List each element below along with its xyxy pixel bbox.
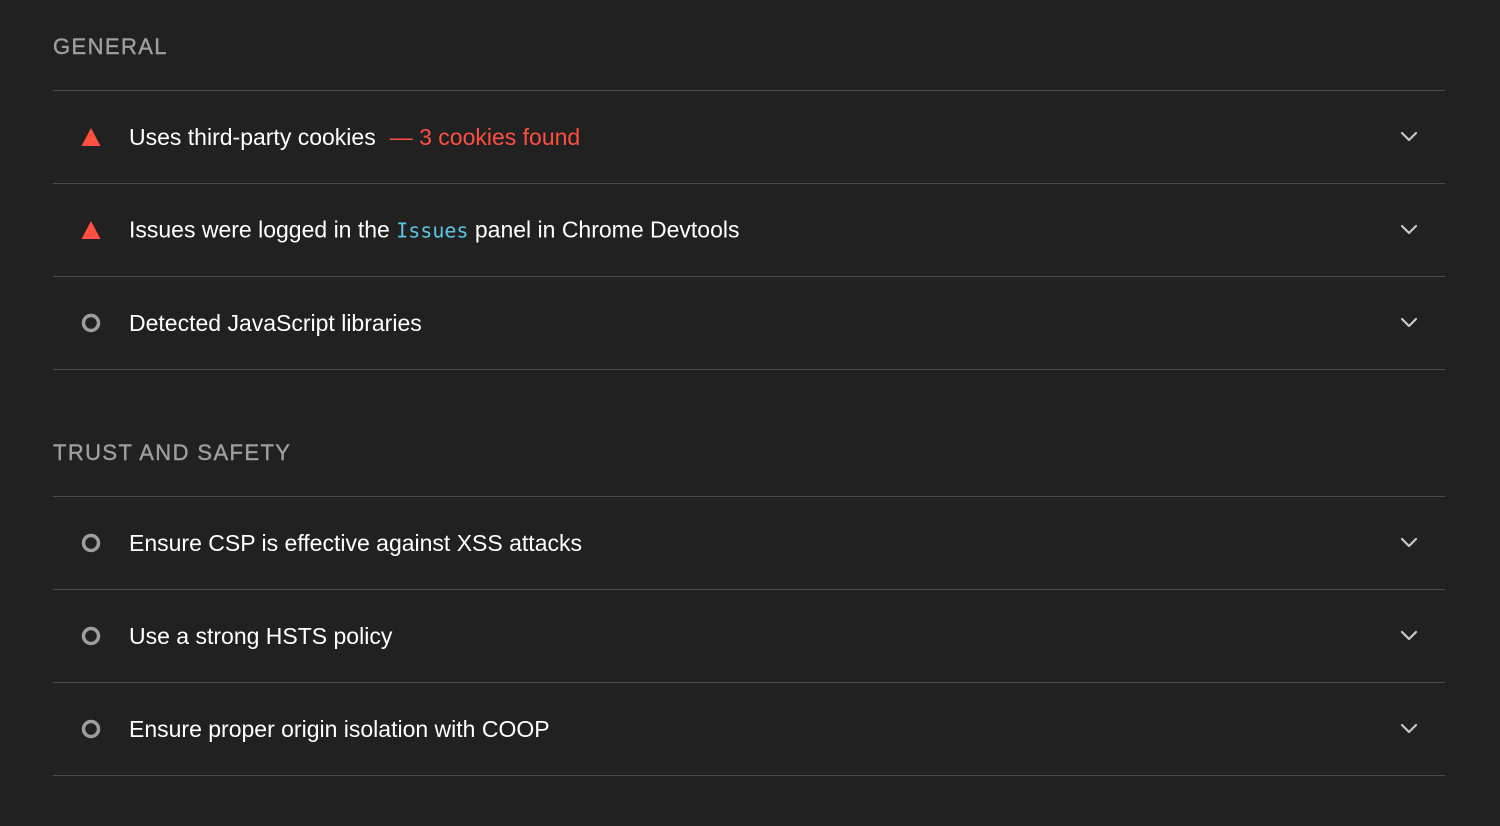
audit-title: Detected JavaScript libraries xyxy=(129,310,422,336)
audit-title-text-after: panel in Chrome Devtools xyxy=(468,216,740,243)
audit-title: Uses third-party cookies — 3 cookies foun… xyxy=(129,123,580,151)
audit-title-text-before: Issues were logged in the xyxy=(129,216,397,243)
warning-triangle-icon xyxy=(81,220,101,240)
audit-js-libraries[interactable]: Detected JavaScript libraries xyxy=(53,277,1445,370)
audit-title: Use a strong HSTS policy xyxy=(129,623,393,649)
audit-origin-isolation[interactable]: Ensure proper origin isolation with COOP xyxy=(53,683,1445,776)
audit-title: Ensure proper origin isolation with COOP xyxy=(129,716,550,742)
audits-panel: GENERAL Uses third-party cookies — 3 cook… xyxy=(53,0,1445,776)
audit-csp-xss[interactable]: Ensure CSP is effective against XSS atta… xyxy=(53,497,1445,590)
chevron-down-icon[interactable] xyxy=(1399,317,1419,329)
warning-triangle-icon xyxy=(81,127,101,147)
chevron-down-icon[interactable] xyxy=(1399,224,1419,236)
chevron-down-icon[interactable] xyxy=(1399,131,1419,143)
audit-list-trust-and-safety: Ensure CSP is effective against XSS atta… xyxy=(53,496,1445,776)
audit-display-value: — 3 cookies found xyxy=(389,124,581,150)
audit-third-party-cookies[interactable]: Uses third-party cookies — 3 cookies foun… xyxy=(53,91,1445,184)
section-title-trust-and-safety: TRUST AND SAFETY xyxy=(53,440,292,465)
audit-list-general: Uses third-party cookies — 3 cookies foun… xyxy=(53,90,1445,370)
chevron-down-icon[interactable] xyxy=(1399,723,1419,735)
audit-hsts[interactable]: Use a strong HSTS policy xyxy=(53,590,1445,683)
circle-icon xyxy=(81,626,101,646)
audit-title: Issues were logged in the Issues panel i… xyxy=(129,216,740,245)
audit-title: Ensure CSP is effective against XSS atta… xyxy=(129,530,582,556)
section-title-general: GENERAL xyxy=(53,34,168,59)
issues-code-label: Issues xyxy=(396,218,469,243)
circle-icon xyxy=(81,533,101,553)
chevron-down-icon[interactable] xyxy=(1399,630,1419,642)
circle-icon xyxy=(81,719,101,739)
audit-title-text: Uses third-party cookies xyxy=(129,124,376,150)
chevron-down-icon[interactable] xyxy=(1399,537,1419,549)
audit-inspector-issues[interactable]: Issues were logged in the Issues panel i… xyxy=(53,184,1445,277)
circle-icon xyxy=(81,313,101,333)
